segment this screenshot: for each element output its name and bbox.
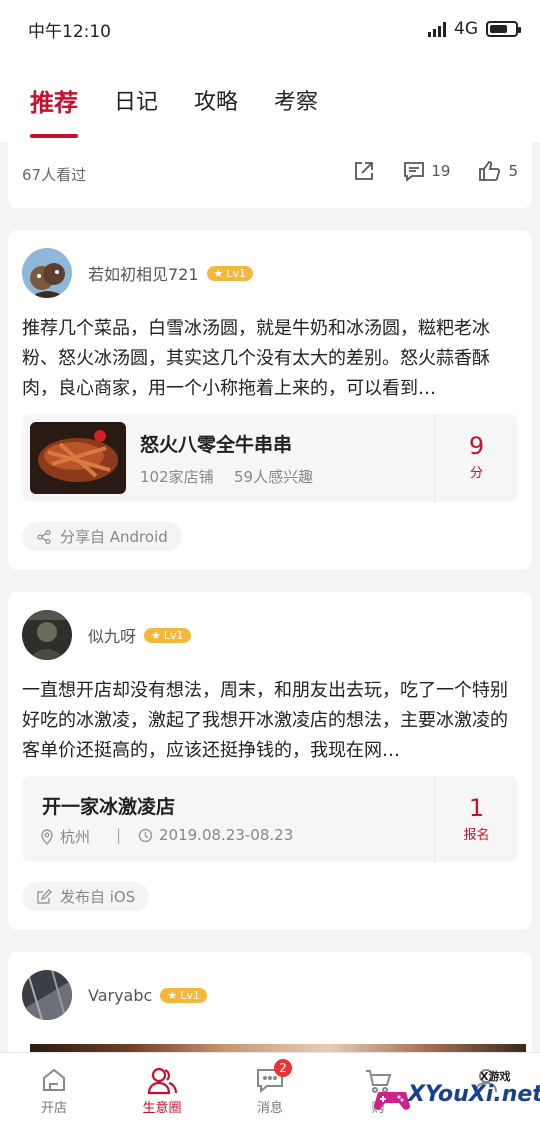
star-icon: ★ (151, 628, 161, 642)
network-label: 4G (454, 19, 478, 39)
post-body[interactable]: 推荐几个菜品，白雪冰汤圆，就是牛奶和冰汤圆，糍粑老冰粉、怒火冰汤圆，其实这几个没… (22, 314, 518, 404)
share-button[interactable] (353, 160, 375, 182)
status-bar: 中午12:10 4G (0, 0, 540, 58)
store-thumbnail (30, 422, 126, 494)
level-badge: ★ Lv1 (160, 987, 207, 1003)
post-card[interactable]: Varyabc ★ Lv1 (8, 952, 532, 1052)
watermark: X游戏 XYouXi.net (372, 1068, 540, 1122)
nav-business-circle[interactable]: 生意圈 (108, 1053, 216, 1124)
store-count: 102家店铺 (140, 468, 214, 486)
post-card-footer: 67人看过 19 5 (8, 142, 532, 208)
top-tabs: 推荐 日记 攻略 考察 (0, 58, 540, 142)
post-image[interactable] (30, 1044, 526, 1052)
comment-button[interactable]: 19 (403, 160, 450, 182)
signup-count: 1 报名 (434, 776, 518, 862)
nav-open-store[interactable]: 开店 (0, 1053, 108, 1124)
share-icon (355, 162, 374, 180)
post-card[interactable]: 似九呀 ★ Lv1 一直想开店却没有想法，周末，和朋友出去玩，吃了一个特别好吃的冰… (8, 592, 532, 930)
unread-badge: 2 (274, 1059, 292, 1077)
level-badge: ★ Lv1 (206, 265, 254, 281)
like-count: 5 (508, 162, 518, 180)
avatar[interactable] (22, 610, 72, 660)
tab-diary[interactable]: 日记 (114, 58, 158, 142)
source-tag: 发布自 iOS (22, 882, 150, 911)
post-author[interactable]: Varyabc ★ Lv1 (22, 970, 207, 1020)
home-icon (43, 1068, 65, 1091)
battery-icon (486, 21, 521, 37)
event-embed[interactable]: 开一家冰激凌店 杭州 | 2019.08.23-08.23 1 报名 (22, 776, 518, 862)
like-button[interactable]: 5 (478, 160, 518, 182)
store-embed[interactable]: 怒火八零全牛串串 102家店铺 59人感兴趣 9 分 (22, 414, 518, 502)
post-author[interactable]: 若如初相见721 ★ Lv1 (22, 248, 254, 298)
edit-icon (37, 888, 52, 904)
post-actions: 19 5 (353, 160, 518, 182)
interest-count: 59人感兴趣 (234, 468, 314, 486)
store-name: 怒火八零全牛串串 (140, 434, 293, 456)
tab-inspect[interactable]: 考察 (274, 58, 318, 142)
clock-icon (138, 828, 153, 842)
author-name[interactable]: 若如初相见721 (88, 261, 199, 285)
author-name[interactable]: 似九呀 (88, 623, 136, 647)
source-tag: 分享自 Android (22, 522, 182, 551)
tab-recommend[interactable]: 推荐 (30, 58, 78, 142)
share-nodes-icon (37, 529, 51, 544)
post-card[interactable]: 若如初相见721 ★ Lv1 推荐几个菜品，白雪冰汤圆，就是牛奶和冰汤圆，糍粑老冰… (8, 230, 532, 570)
event-date: 2019.08.23-08.23 (138, 826, 293, 844)
thumbs-up-icon (479, 161, 501, 181)
status-indicators: 4G (428, 19, 521, 39)
location-icon (41, 828, 53, 845)
event-location: 杭州 (40, 826, 90, 847)
meta-separator: | (116, 826, 122, 844)
event-name: 开一家冰激凌店 (42, 796, 176, 818)
tab-guide[interactable]: 攻略 (194, 58, 238, 142)
star-icon: ★ (213, 266, 224, 280)
level-badge: ★ Lv1 (144, 627, 191, 643)
status-time: 中午12:10 (28, 21, 111, 42)
avatar[interactable] (22, 970, 72, 1020)
star-icon: ★ (167, 988, 178, 1002)
community-icon (147, 1067, 178, 1095)
comment-count: 19 (431, 162, 451, 180)
gamepad-logo-icon (374, 1092, 410, 1110)
post-body[interactable]: 一直想开店却没有想法，周末，和朋友出去玩，吃了一个特别好吃的冰激凌，激起了我想开… (22, 676, 518, 766)
view-count: 67人看过 (22, 166, 87, 184)
comment-icon (404, 162, 425, 182)
author-name[interactable]: Varyabc (88, 986, 152, 1005)
post-author[interactable]: 似九呀 ★ Lv1 (22, 610, 191, 660)
nav-messages[interactable]: 消息 2 (216, 1053, 324, 1124)
avatar[interactable] (22, 248, 72, 298)
store-score: 9 分 (434, 414, 518, 502)
signal-icon (428, 21, 446, 37)
